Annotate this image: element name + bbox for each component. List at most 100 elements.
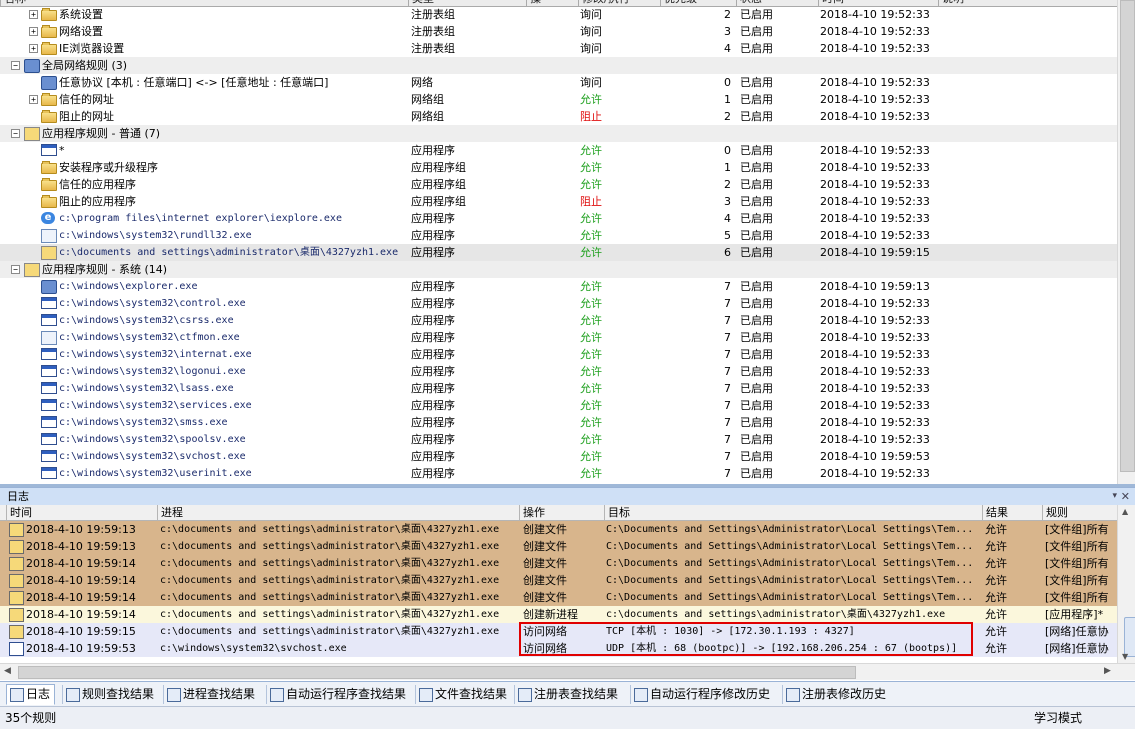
- collapse-icon[interactable]: −: [11, 61, 20, 70]
- log-column-header[interactable]: 操作: [519, 505, 545, 520]
- log-row[interactable]: 2018-4-10 19:59:13 c:\documents and setti…: [0, 538, 1117, 555]
- rules-vertical-scrollbar[interactable]: [1117, 0, 1135, 484]
- tab-file-search[interactable]: 文件查找结果: [415, 685, 511, 704]
- scrollbar-thumb[interactable]: [1120, 0, 1135, 472]
- rule-priority: 4: [724, 212, 731, 225]
- rule-row[interactable]: c:\windows\system32\ctfmon.exe 应用程序 允许 7 已启用…: [0, 329, 1117, 346]
- rule-action: 阻止: [580, 195, 602, 208]
- rule-row[interactable]: c:\windows\system32\services.exe 应用程序 允许 7 已…: [0, 397, 1117, 414]
- log-target: C:\Documents and Settings\Administrator\…: [606, 524, 974, 535]
- scroll-left-icon[interactable]: ◀: [4, 666, 11, 676]
- window-icon: [41, 144, 57, 156]
- tab-autorun-history[interactable]: 自动运行程序修改历史: [630, 685, 774, 704]
- side-tab-handle[interactable]: [1124, 617, 1135, 657]
- rule-row[interactable]: c:\windows\system32\control.exe 应用程序 允许 7 已启…: [0, 295, 1117, 312]
- rule-status: 已启用: [740, 365, 773, 378]
- rule-row[interactable]: c:\documents and settings\administrator\…: [0, 244, 1117, 261]
- log-result: 允许: [985, 608, 1007, 621]
- rule-action: 允许: [580, 280, 602, 293]
- tab-registry-search[interactable]: 注册表查找结果: [514, 685, 622, 704]
- log-column-header[interactable]: 目标: [604, 505, 630, 520]
- rule-name: c:\windows\system32\spoolsv.exe: [59, 434, 246, 445]
- log-horizontal-scrollbar[interactable]: ◀ ▶: [0, 663, 1135, 680]
- rule-status: 已启用: [740, 246, 773, 259]
- rule-row[interactable]: c:\windows\system32\userinit.exe 应用程序 允许 7 已…: [0, 465, 1117, 482]
- rule-group-row[interactable]: − 应用程序规则 - 系统 (14): [0, 261, 1117, 278]
- rule-row[interactable]: 信任的应用程序 应用程序组 允许 2 已启用 2018-4-10 19:52:33: [0, 176, 1117, 193]
- rule-time: 2018-4-10 19:52:33: [820, 195, 930, 208]
- rule-time: 2018-4-10 19:52:33: [820, 314, 930, 327]
- rule-row[interactable]: c:\windows\system32\csrss.exe 应用程序 允许 7 已启用 2…: [0, 312, 1117, 329]
- rule-row[interactable]: c:\windows\system32\smss.exe 应用程序 允许 7 已启用 20…: [0, 414, 1117, 431]
- scroll-right-icon[interactable]: ▶: [1104, 666, 1111, 676]
- rule-name: c:\windows\explorer.exe: [59, 281, 198, 292]
- app-file-icon: [41, 246, 57, 260]
- process-search-icon: [167, 688, 181, 702]
- rule-time: 2018-4-10 19:52:33: [820, 110, 930, 123]
- log-operation: 创建新进程: [523, 608, 578, 621]
- collapse-icon[interactable]: −: [11, 129, 20, 138]
- expand-icon[interactable]: +: [29, 95, 38, 104]
- window-icon: [41, 348, 57, 360]
- rule-time: 2018-4-10 19:52:33: [820, 25, 930, 38]
- rule-action: 允许: [580, 331, 602, 344]
- scrollbar-thumb[interactable]: [18, 666, 856, 679]
- rule-row[interactable]: 阻止的应用程序 应用程序组 阻止 3 已启用 2018-4-10 19:52:33: [0, 193, 1117, 210]
- rule-row[interactable]: c:\windows\system32\svchost.exe 应用程序 允许 7 已启…: [0, 448, 1117, 465]
- rule-row[interactable]: * 应用程序 允许 0 已启用 2018-4-10 19:52:33: [0, 142, 1117, 159]
- expand-icon[interactable]: +: [29, 44, 38, 53]
- rule-time: 2018-4-10 19:59:13: [820, 280, 930, 293]
- rule-name: 信任的网址: [59, 93, 114, 106]
- rule-row[interactable]: + 系统设置 注册表组 询问 2 已启用 2018-4-10 19:52:33: [0, 6, 1117, 23]
- rule-group-row[interactable]: − 应用程序规则 - 普通 (7): [0, 125, 1117, 142]
- rule-row[interactable]: + IE浏览器设置 注册表组 询问 4 已启用 2018-4-10 19:52:33: [0, 40, 1117, 57]
- log-row[interactable]: 2018-4-10 19:59:14 c:\documents and setti…: [0, 572, 1117, 589]
- rule-action: 允许: [580, 246, 602, 259]
- rule-row[interactable]: e c:\program files\internet explorer\iexp…: [0, 210, 1117, 227]
- expand-icon[interactable]: +: [29, 27, 38, 36]
- tab-autorun-search[interactable]: 自动运行程序查找结果: [266, 685, 410, 704]
- rule-group-row[interactable]: − 全局网络规则 (3): [0, 57, 1117, 74]
- rule-row[interactable]: + 网络设置 注册表组 询问 3 已启用 2018-4-10 19:52:33: [0, 23, 1117, 40]
- rule-row[interactable]: + 信任的网址 网络组 允许 1 已启用 2018-4-10 19:52:33: [0, 91, 1117, 108]
- rule-row[interactable]: c:\windows\system32\spoolsv.exe 应用程序 允许 7 已启…: [0, 431, 1117, 448]
- log-column-header[interactable]: 时间: [6, 505, 32, 520]
- rule-time: 2018-4-10 19:52:33: [820, 76, 930, 89]
- tab-registry-history[interactable]: 注册表修改历史: [782, 685, 890, 704]
- collapse-icon[interactable]: −: [11, 265, 20, 274]
- log-row[interactable]: 2018-4-10 19:59:14 c:\documents and setti…: [0, 606, 1117, 623]
- app-rule-icon: [24, 263, 40, 277]
- rule-row[interactable]: c:\windows\system32\internat.exe 应用程序 允许 7 已…: [0, 346, 1117, 363]
- log-rule: [文件组]所有: [1045, 591, 1109, 604]
- rule-row[interactable]: c:\windows\system32\rundll32.exe 应用程序 允许 5 已…: [0, 227, 1117, 244]
- rule-name: c:\windows\system32\internat.exe: [59, 349, 252, 360]
- rules-tree[interactable]: 名称类型操修改/执行优先级状态时间说明 +系统设置注册表组询问2已启用2018-…: [0, 0, 1117, 484]
- tab-process-search[interactable]: 进程查找结果: [163, 685, 259, 704]
- scroll-down-icon[interactable]: ▼: [1122, 652, 1128, 661]
- rule-action: 允许: [580, 450, 602, 463]
- rule-name: *: [59, 144, 65, 157]
- rule-row[interactable]: 阻止的网址 网络组 阻止 2 已启用 2018-4-10 19:52:33: [0, 108, 1117, 125]
- log-row[interactable]: 2018-4-10 19:59:14 c:\documents and setti…: [0, 589, 1117, 606]
- rule-row[interactable]: c:\windows\explorer.exe 应用程序 允许 7 已启用 2018-4-…: [0, 278, 1117, 295]
- log-column-header[interactable]: 结果: [982, 505, 1008, 520]
- log-rule: [文件组]所有: [1045, 574, 1109, 587]
- rule-row[interactable]: 安装程序或升级程序 应用程序组 允许 1 已启用 2018-4-10 19:52:33: [0, 159, 1117, 176]
- log-column-header[interactable]: 规则: [1042, 505, 1068, 520]
- rule-row[interactable]: c:\windows\system32\logonui.exe 应用程序 允许 7 已启…: [0, 363, 1117, 380]
- expand-icon[interactable]: +: [29, 10, 38, 19]
- scroll-up-icon[interactable]: ▲: [1122, 507, 1128, 516]
- log-column-header[interactable]: 进程: [157, 505, 183, 520]
- rule-action: 允许: [580, 229, 602, 242]
- log-row[interactable]: 2018-4-10 19:59:14 c:\documents and setti…: [0, 555, 1117, 572]
- pin-icon[interactable]: ▾: [1112, 488, 1117, 505]
- log-row[interactable]: 2018-4-10 19:59:13 c:\documents and setti…: [0, 521, 1117, 538]
- close-icon[interactable]: ✕: [1121, 488, 1130, 505]
- rule-time: 2018-4-10 19:52:33: [820, 161, 930, 174]
- rule-priority: 7: [724, 450, 731, 463]
- tab-log[interactable]: 日志: [6, 684, 56, 705]
- rule-row[interactable]: c:\windows\system32\lsass.exe 应用程序 允许 7 已启用 2…: [0, 380, 1117, 397]
- rule-row[interactable]: 任意协议 [本机 : 任意端口] <-> [任意地址 : 任意端口] 网络 询问 0 已…: [0, 74, 1117, 91]
- log-vertical-scrollbar[interactable]: ▲ ▼: [1117, 505, 1135, 663]
- tab-rule-search[interactable]: 规则查找结果: [62, 685, 158, 704]
